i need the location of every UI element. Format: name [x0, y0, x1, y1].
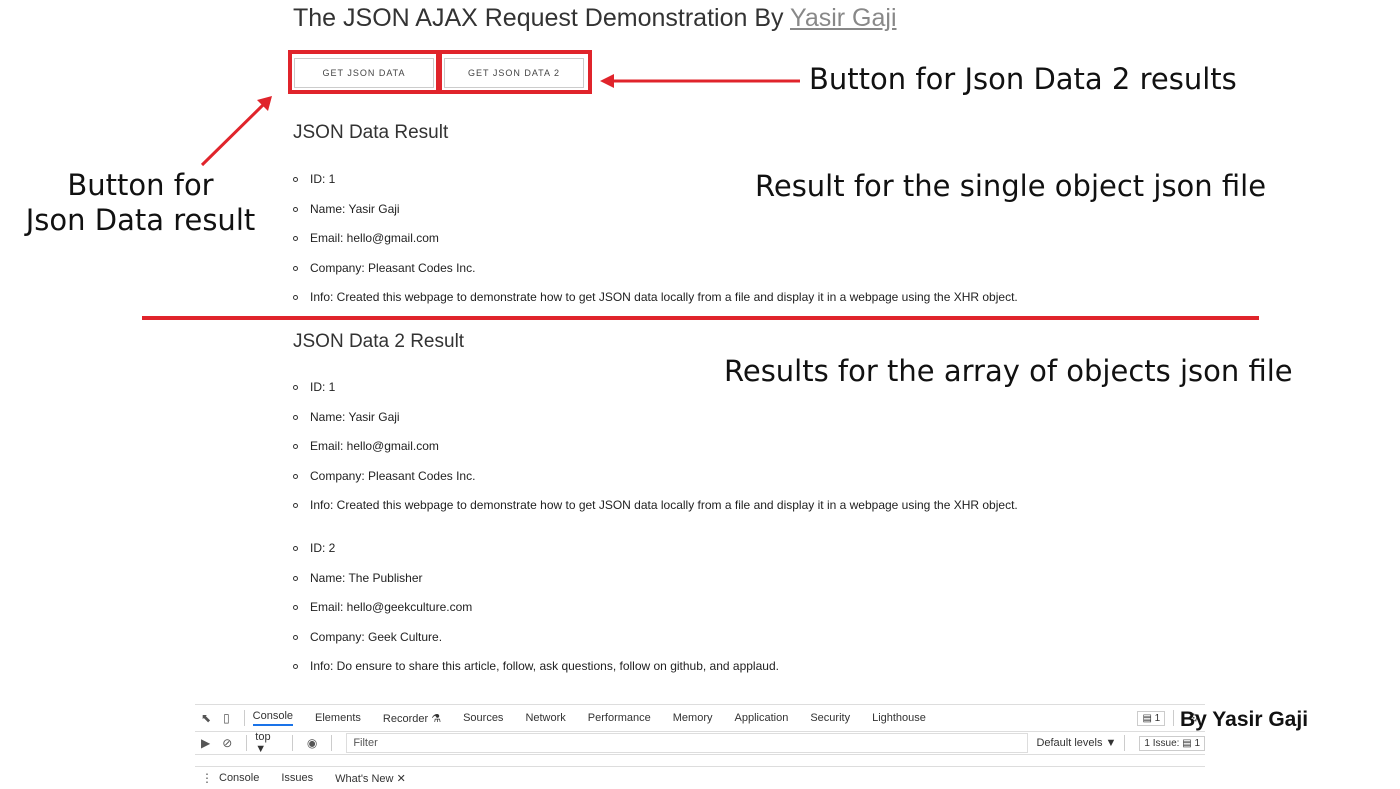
- tab-sources[interactable]: Sources: [463, 712, 503, 724]
- devtools-panel: ⬉ ▯ Console Elements Recorder ⚗ Sources …: [195, 704, 1206, 789]
- list-item: Email: hello@geekculture.com: [293, 598, 779, 628]
- tab-recorder-label: Recorder: [382, 712, 429, 725]
- flask-icon: ⚗: [431, 712, 442, 725]
- list-item: Name: Yasir Gaji: [293, 200, 1018, 230]
- list-item: Name: Yasir Gaji: [293, 408, 1018, 438]
- messages-count: 1: [1154, 712, 1161, 724]
- arrow-to-button-1: [200, 102, 266, 167]
- filter-placeholder: Filter: [353, 737, 378, 749]
- annotation-button-2: Button for Json Data 2 results: [809, 62, 1237, 96]
- context-selector[interactable]: top ▼: [255, 731, 284, 755]
- context-label: top: [255, 731, 271, 743]
- tab-lighthouse[interactable]: Lighthouse: [872, 712, 926, 724]
- list-item: Email: hello@gmail.com: [293, 437, 1018, 467]
- drawer-tab-whats-new[interactable]: What's New ✕: [335, 772, 406, 785]
- issues-count: 1: [1194, 737, 1201, 749]
- json-data-2-result-list-2: ID: 2 Name: The Publisher Email: hello@g…: [293, 539, 779, 687]
- more-options-icon[interactable]: ⋮: [201, 771, 213, 785]
- devtools-tab-bar: ⬉ ▯ Console Elements Recorder ⚗ Sources …: [195, 704, 1205, 732]
- list-item: ID: 2: [293, 539, 779, 569]
- list-item: ID: 1: [293, 170, 1018, 200]
- list-item: Info: Do ensure to share this article, f…: [293, 657, 779, 687]
- issues-badge[interactable]: 1 Issue: ▤ 1: [1139, 735, 1206, 751]
- annotation-divider-line: [142, 316, 1259, 320]
- devtools-console-toolbar: ▶ ⊘ top ▼ ◉ Filter Default levels ▼ 1 Is…: [195, 731, 1206, 755]
- list-item: Name: The Publisher: [293, 569, 779, 599]
- drawer-tab-console[interactable]: Console: [219, 772, 259, 784]
- log-levels-dropdown[interactable]: Default levels ▼: [1036, 737, 1116, 749]
- filter-input[interactable]: Filter: [346, 733, 1029, 753]
- separator: [1124, 735, 1126, 751]
- eye-icon[interactable]: ◉: [307, 736, 317, 750]
- tab-recorder[interactable]: Recorder ⚗: [383, 712, 441, 725]
- list-item: Email: hello@gmail.com: [293, 229, 1018, 259]
- tab-performance[interactable]: Performance: [588, 712, 651, 724]
- message-icon: ▤: [1182, 737, 1192, 749]
- list-item: ID: 1: [293, 378, 1018, 408]
- get-json-data-button[interactable]: GET JSON DATA: [294, 58, 434, 88]
- json-data-2-result-heading: JSON Data 2 Result: [293, 331, 465, 352]
- issues-label: 1 Issue:: [1144, 737, 1180, 749]
- list-item: Info: Created this webpage to demonstrat…: [293, 288, 1018, 318]
- list-item: Info: Created this webpage to demonstrat…: [293, 496, 1018, 526]
- clear-console-icon[interactable]: ⊘: [222, 736, 232, 750]
- tab-console[interactable]: Console: [252, 710, 294, 726]
- messages-badge[interactable]: ▤ 1: [1137, 710, 1166, 726]
- drawer-tab-whats-new-label: What's New: [335, 772, 394, 785]
- tab-memory[interactable]: Memory: [673, 712, 713, 724]
- message-icon: ▤: [1142, 712, 1152, 724]
- tab-elements[interactable]: Elements: [315, 712, 361, 724]
- drawer-tab-issues[interactable]: Issues: [281, 772, 313, 784]
- separator: [331, 735, 333, 751]
- log-levels-label: Default levels: [1036, 737, 1103, 749]
- page-title-text: The JSON AJAX Request Demonstration By: [293, 4, 790, 32]
- close-icon[interactable]: ✕: [397, 773, 406, 785]
- sidebar-toggle-icon[interactable]: ▶: [201, 736, 210, 750]
- buttons-highlight-divider: [436, 50, 442, 94]
- separator: [291, 735, 293, 751]
- annotation-button-1-line1: Button for: [67, 168, 214, 202]
- arrowhead-icon: [257, 96, 272, 111]
- separator: [246, 735, 248, 751]
- tab-security[interactable]: Security: [810, 712, 850, 724]
- tab-application[interactable]: Application: [735, 712, 789, 724]
- json-data-result-heading: JSON Data Result: [293, 122, 449, 143]
- separator: [1173, 710, 1175, 726]
- tab-network[interactable]: Network: [525, 712, 565, 724]
- list-item: Company: Pleasant Codes Inc.: [293, 467, 1018, 497]
- page-title: The JSON AJAX Request Demonstration By Y…: [293, 4, 897, 33]
- inspect-element-icon[interactable]: ⬉: [201, 711, 211, 725]
- devtools-drawer-tabs: ⋮ Console Issues What's New ✕: [195, 766, 1205, 789]
- author-link[interactable]: Yasir Gaji: [790, 4, 897, 32]
- json-data-2-result-list-1: ID: 1 Name: Yasir Gaji Email: hello@gmai…: [293, 378, 1018, 526]
- annotation-button-1: Button for Json Data result: [18, 168, 263, 238]
- author-byline: By Yasir Gaji: [1180, 708, 1309, 731]
- list-item: Company: Geek Culture.: [293, 628, 779, 658]
- json-data-result-list: ID: 1 Name: Yasir Gaji Email: hello@gmai…: [293, 170, 1018, 318]
- separator: [243, 710, 245, 726]
- list-item: Company: Pleasant Codes Inc.: [293, 259, 1018, 289]
- device-toolbar-icon[interactable]: ▯: [223, 711, 230, 725]
- get-json-data-2-button[interactable]: GET JSON DATA 2: [444, 58, 584, 88]
- annotation-button-1-line2: Json Data result: [25, 202, 256, 237]
- arrowhead-icon: [600, 74, 614, 88]
